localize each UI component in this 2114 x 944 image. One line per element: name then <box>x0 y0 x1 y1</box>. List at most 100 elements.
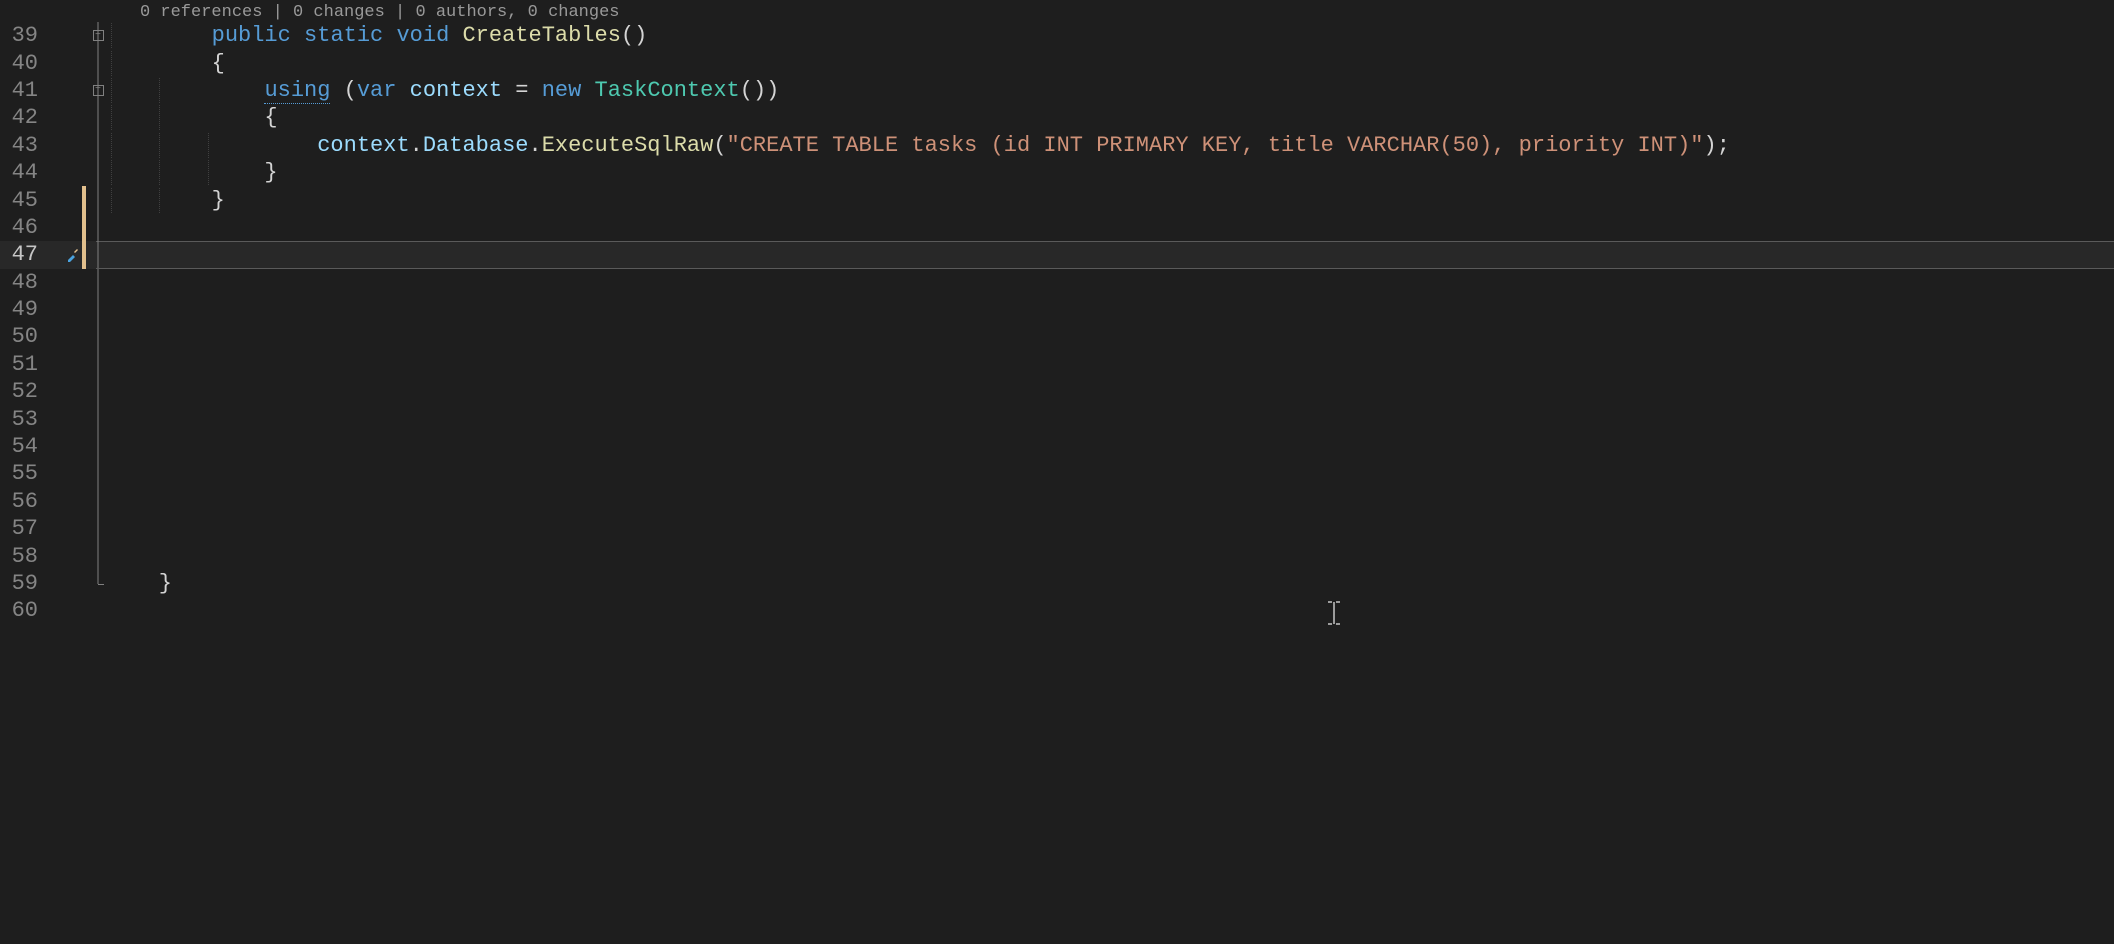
line-number: 56 <box>0 489 64 514</box>
fold-guide <box>90 132 106 159</box>
modification-indicator <box>82 542 90 569</box>
code-token <box>291 23 304 48</box>
code-line[interactable]: 51 <box>0 351 2114 378</box>
line-number: 47 <box>0 242 64 267</box>
fold-guide <box>90 515 106 542</box>
code-token: { <box>106 51 225 76</box>
code-token: CreateTables <box>462 23 620 48</box>
lightbulb-action-icon[interactable] <box>64 241 82 268</box>
icon-slot <box>64 488 82 515</box>
indent-guide <box>111 78 112 103</box>
indent-guide <box>111 188 112 213</box>
icon-slot <box>64 570 82 597</box>
code-content[interactable]: public static void CreateTables() <box>106 23 2114 48</box>
icon-slot <box>64 378 82 405</box>
icon-slot <box>64 22 82 49</box>
code-content[interactable]: } <box>106 188 2114 213</box>
code-token: "CREATE TABLE tasks (id INT PRIMARY KEY,… <box>727 133 1704 158</box>
indent-guide <box>159 188 160 213</box>
code-line[interactable]: 46 <box>0 214 2114 241</box>
code-line[interactable]: 40 { <box>0 49 2114 76</box>
modification-indicator <box>82 186 90 213</box>
icon-slot <box>64 49 82 76</box>
fold-toggle-icon[interactable]: − <box>90 22 106 49</box>
code-token <box>396 78 409 103</box>
code-token: new <box>542 78 582 103</box>
icon-slot <box>64 515 82 542</box>
line-number: 55 <box>0 461 64 486</box>
line-number: 40 <box>0 51 64 76</box>
code-line[interactable]: 54 <box>0 433 2114 460</box>
indent-guide <box>159 105 160 130</box>
code-line[interactable]: 59 } <box>0 570 2114 597</box>
modification-indicator <box>82 77 90 104</box>
line-number: 42 <box>0 105 64 130</box>
modification-indicator <box>82 378 90 405</box>
code-line[interactable]: 42 { <box>0 104 2114 131</box>
fold-guide <box>90 296 106 323</box>
code-editor[interactable]: 0 references | 0 changes | 0 authors, 0 … <box>0 0 2114 944</box>
line-number: 54 <box>0 434 64 459</box>
modification-indicator <box>82 488 90 515</box>
code-line[interactable]: 52 <box>0 378 2114 405</box>
code-token: } <box>106 160 278 185</box>
code-token: () <box>621 23 647 48</box>
fold-guide <box>90 597 106 624</box>
fold-toggle-icon[interactable]: − <box>90 77 106 104</box>
code-line[interactable]: 39− public static void CreateTables() <box>0 22 2114 49</box>
code-line[interactable]: 56 <box>0 488 2114 515</box>
fold-guide <box>90 241 106 268</box>
code-line[interactable]: 57 <box>0 515 2114 542</box>
code-content[interactable]: { <box>106 51 2114 76</box>
code-content[interactable]: } <box>106 160 2114 185</box>
modification-indicator <box>82 241 90 268</box>
icon-slot <box>64 433 82 460</box>
code-token <box>106 133 317 158</box>
codelens-text[interactable]: 0 references | 0 changes | 0 authors, 0 … <box>140 3 619 22</box>
code-line[interactable]: 49 <box>0 296 2114 323</box>
icon-slot <box>64 542 82 569</box>
line-number: 53 <box>0 407 64 432</box>
code-content[interactable]: using (var context = new TaskContext()) <box>106 78 2114 103</box>
code-line[interactable]: 48 <box>0 269 2114 296</box>
fold-guide <box>90 378 106 405</box>
code-line[interactable]: 60 <box>0 597 2114 624</box>
code-line[interactable]: 47 <box>0 241 2114 268</box>
code-line[interactable]: 55 <box>0 460 2114 487</box>
modification-indicator <box>82 22 90 49</box>
code-line[interactable]: 58 <box>0 542 2114 569</box>
code-content[interactable]: } <box>106 571 2114 596</box>
code-line[interactable]: 50 <box>0 323 2114 350</box>
code-token: context <box>410 78 502 103</box>
indent-guide <box>111 105 112 130</box>
indent-guide <box>208 133 209 158</box>
modification-indicator <box>82 214 90 241</box>
icon-slot <box>64 159 82 186</box>
modification-indicator <box>82 104 90 131</box>
code-line[interactable]: 45 } <box>0 186 2114 213</box>
icon-slot <box>64 597 82 624</box>
code-content[interactable]: context.Database.ExecuteSqlRaw("CREATE T… <box>106 133 2114 158</box>
code-line[interactable]: 43 context.Database.ExecuteSqlRaw("CREAT… <box>0 132 2114 159</box>
code-line[interactable]: 41− using (var context = new TaskContext… <box>0 77 2114 104</box>
fold-guide <box>90 433 106 460</box>
fold-guide <box>90 323 106 350</box>
code-token <box>106 78 264 103</box>
codelens-row: 0 references | 0 changes | 0 authors, 0 … <box>0 0 2114 22</box>
line-number: 58 <box>0 544 64 569</box>
code-token: } <box>106 571 172 596</box>
code-line[interactable]: 44 } <box>0 159 2114 186</box>
fold-guide <box>90 460 106 487</box>
code-token: public <box>212 23 291 48</box>
code-content[interactable]: { <box>106 105 2114 130</box>
icon-slot <box>64 405 82 432</box>
line-number: 52 <box>0 379 64 404</box>
code-token: ExecuteSqlRaw <box>542 133 714 158</box>
code-line[interactable]: 53 <box>0 405 2114 432</box>
modification-indicator <box>82 515 90 542</box>
code-token: var <box>357 78 397 103</box>
code-token: ( <box>330 78 356 103</box>
code-token: using <box>264 78 330 104</box>
indent-guide <box>111 133 112 158</box>
code-token: } <box>106 188 225 213</box>
